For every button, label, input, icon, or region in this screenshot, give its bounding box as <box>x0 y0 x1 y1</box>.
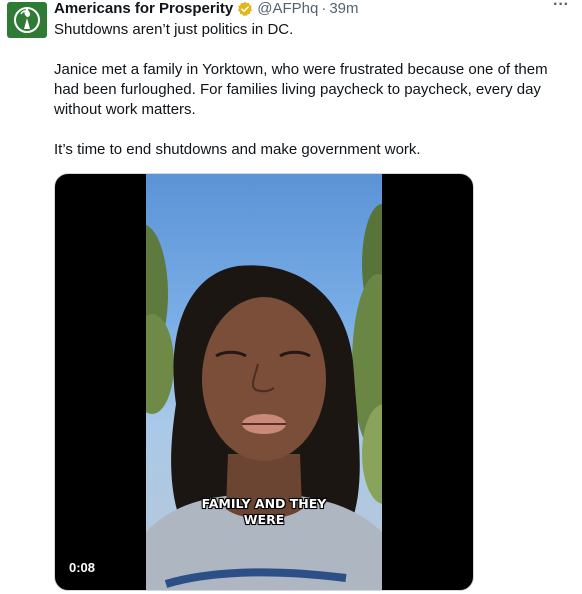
separator-dot: · <box>321 0 327 17</box>
tweet-text: Shutdowns aren’t just politics in DC. Ja… <box>54 20 574 160</box>
torch-logo-icon <box>14 7 40 33</box>
video-timestamp: 0:08 <box>69 560 96 575</box>
more-options-icon[interactable]: ··· <box>548 0 574 16</box>
video-frame: FAMILY AND THEY WERE <box>146 174 382 590</box>
verified-badge-icon <box>237 1 253 17</box>
tweet-paragraph: Janice met a family in Yorktown, who wer… <box>54 61 548 118</box>
caption-line: FAMILY AND THEY <box>201 496 327 511</box>
tweet-paragraph: Shutdowns aren’t just politics in DC. <box>54 21 294 38</box>
video-player[interactable]: FAMILY AND THEY WERE 0:08 <box>54 173 474 591</box>
video-caption: FAMILY AND THEY WERE <box>146 496 382 528</box>
avatar[interactable] <box>7 2 47 38</box>
video-thumbnail-image <box>146 204 382 590</box>
author-name[interactable]: Americans for Prosperity <box>54 0 233 18</box>
tweet-paragraph: It’s time to end shutdowns and make gove… <box>54 141 421 158</box>
tweet-header: Americans for Prosperity @AFPhq · 39m <box>54 0 359 18</box>
caption-line: WERE <box>243 512 285 527</box>
author-handle[interactable]: @AFPhq <box>257 0 318 18</box>
tweet-time[interactable]: 39m <box>329 0 358 18</box>
